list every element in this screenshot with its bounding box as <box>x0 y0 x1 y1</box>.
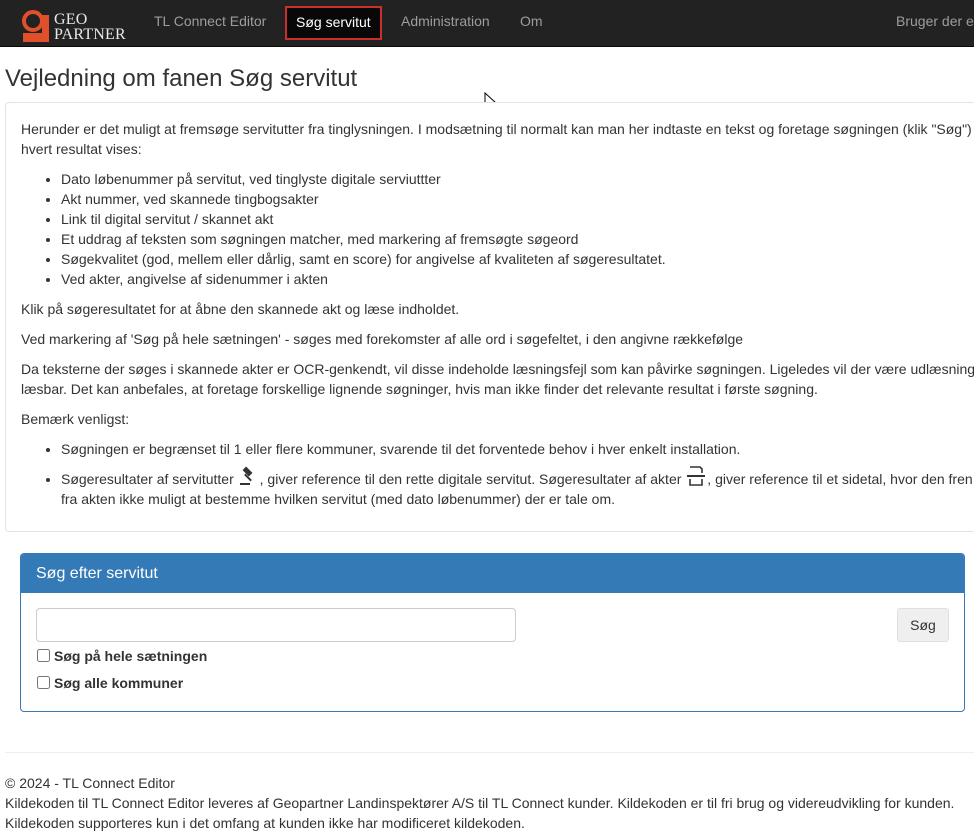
list-item: Søgekvalitet (god, mellem eller dårlig, … <box>61 249 974 269</box>
logo-text: GEO PARTNER <box>54 11 126 43</box>
sentence-search-checkbox[interactable] <box>37 649 50 662</box>
gavel-icon <box>239 466 253 485</box>
top-navbar: GEO PARTNER TL Connect Editor Søg servit… <box>0 0 974 47</box>
geopartner-logo-icon <box>22 10 49 42</box>
logo-line-partner: PARTNER <box>54 26 126 43</box>
list-item: Link til digital servitut / skannet akt <box>61 209 974 229</box>
all-municipalities-checkbox-row[interactable]: Søg alle kommuner <box>36 673 183 693</box>
nav-om[interactable]: Om <box>520 0 543 46</box>
note2-part-a: Søgeresultater af servitutter <box>61 471 234 487</box>
geopartner-logo[interactable]: GEO PARTNER <box>20 9 130 43</box>
logo-line-geo: GEO <box>54 11 88 28</box>
list-item: Akt nummer, ved skannede tingbogsakter <box>61 189 974 209</box>
footer-divider <box>5 752 974 753</box>
all-municipalities-label: Søg alle kommuner <box>54 675 184 691</box>
nav-tl-connect-editor[interactable]: TL Connect Editor <box>154 0 266 46</box>
guide-click-text: Klik på søgeresultatet for at åbne den s… <box>21 301 460 317</box>
search-button[interactable]: Søg <box>897 608 949 642</box>
result-fields-list: Dato løbenummer på servitut, ved tinglys… <box>21 169 974 289</box>
footer-source-text: Kildekoden til TL Connect Editor leveres… <box>5 795 955 831</box>
nav-administration[interactable]: Administration <box>401 0 490 46</box>
nav-sog-servitut[interactable]: Søg servitut <box>285 6 382 40</box>
scanned-document-icon <box>687 466 706 486</box>
guide-ocr-text: Da teksterne der søges i skannede akter … <box>21 361 974 397</box>
note-item: Søgningen er begrænset til 1 eller flere… <box>61 439 974 459</box>
list-item: Et uddrag af teksten som søgningen match… <box>61 229 974 249</box>
notes-list: Søgningen er begrænset til 1 eller flere… <box>21 439 974 509</box>
search-input[interactable] <box>36 608 516 642</box>
note2-part-b: , giver reference til den rette digitale… <box>259 471 682 487</box>
note-item: Søgeresultater af servitutter , giver re… <box>61 465 974 509</box>
sentence-search-checkbox-row[interactable]: Søg på hele sætningen <box>36 646 207 666</box>
footer-copyright: © 2024 - TL Connect Editor <box>5 775 175 791</box>
search-panel-heading: Søg efter servitut <box>21 554 964 593</box>
list-item: Ved akter, angivelse af sidenummer i akt… <box>61 269 974 289</box>
search-panel: Søg efter servitut Søg Søg på hele sætni… <box>20 553 965 712</box>
guide-note-label: Bemærk venligst: <box>21 411 130 427</box>
guide-well: Herunder er det muligt at fremsøge servi… <box>5 102 974 532</box>
guide-intro: Herunder er det muligt at fremsøge servi… <box>21 121 972 157</box>
guide-marking-text: Ved markering af 'Søg på hele sætningen'… <box>21 331 744 347</box>
all-municipalities-checkbox[interactable] <box>37 676 50 689</box>
page-title: Vejledning om fanen Søg servitut <box>5 65 358 92</box>
sentence-search-label: Søg på hele sætningen <box>54 648 208 664</box>
nav-user[interactable]: Bruger der e <box>896 0 974 46</box>
footer: © 2024 - TL Connect Editor Kildekoden ti… <box>5 773 965 833</box>
list-item: Dato løbenummer på servitut, ved tinglys… <box>61 169 974 189</box>
